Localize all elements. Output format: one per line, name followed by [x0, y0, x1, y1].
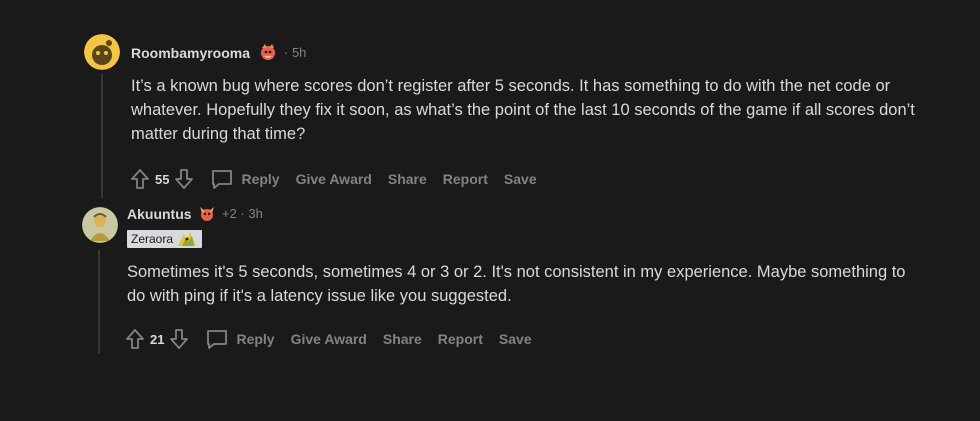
report-button[interactable]: Report: [438, 331, 483, 347]
upvote-icon[interactable]: [124, 327, 146, 351]
pokemon-icon: [197, 203, 217, 228]
downvote-icon[interactable]: [173, 167, 195, 191]
comment-bubble-icon[interactable]: [209, 167, 235, 191]
comment-actions: 55 Reply Give Award Share Report Save: [129, 165, 537, 193]
user-flair: Zeraora: [127, 230, 203, 248]
comment-actions: 21 Reply Give Award Share Report Save: [124, 325, 532, 353]
avatar[interactable]: [82, 207, 118, 243]
comment-body: It’s a known bug where scores don’t regi…: [131, 77, 915, 143]
comment-body: Sometimes it's 5 seconds, sometimes 4 or…: [127, 263, 906, 305]
username[interactable]: Roombamyrooma: [131, 45, 250, 61]
flame-pokemon-icon: [258, 42, 278, 67]
save-button[interactable]: Save: [499, 331, 532, 347]
zeraora-icon: [178, 232, 197, 246]
vote-score: 21: [150, 331, 165, 347]
vote-score: 55: [155, 171, 170, 187]
comment-bubble-icon[interactable]: [204, 327, 230, 351]
thread-line-1[interactable]: [101, 74, 103, 198]
reply-button[interactable]: Reply: [236, 331, 274, 347]
downvote-icon[interactable]: [168, 327, 190, 351]
upvote-icon[interactable]: [129, 167, 151, 191]
username[interactable]: Akuuntus: [127, 206, 192, 222]
report-button[interactable]: Report: [443, 171, 488, 187]
user-flair-text: Zeraora: [131, 232, 174, 246]
give-award-button[interactable]: Give Award: [291, 331, 367, 347]
give-award-button[interactable]: Give Award: [296, 171, 372, 187]
thread-line-2[interactable]: [98, 250, 100, 354]
timestamp[interactable]: +2 · 3h: [222, 206, 263, 221]
reply-button[interactable]: Reply: [241, 171, 279, 187]
avatar[interactable]: [84, 34, 120, 70]
save-button[interactable]: Save: [504, 171, 537, 187]
timestamp[interactable]: · 5h: [284, 45, 306, 60]
share-button[interactable]: Share: [383, 331, 422, 347]
share-button[interactable]: Share: [388, 171, 427, 187]
